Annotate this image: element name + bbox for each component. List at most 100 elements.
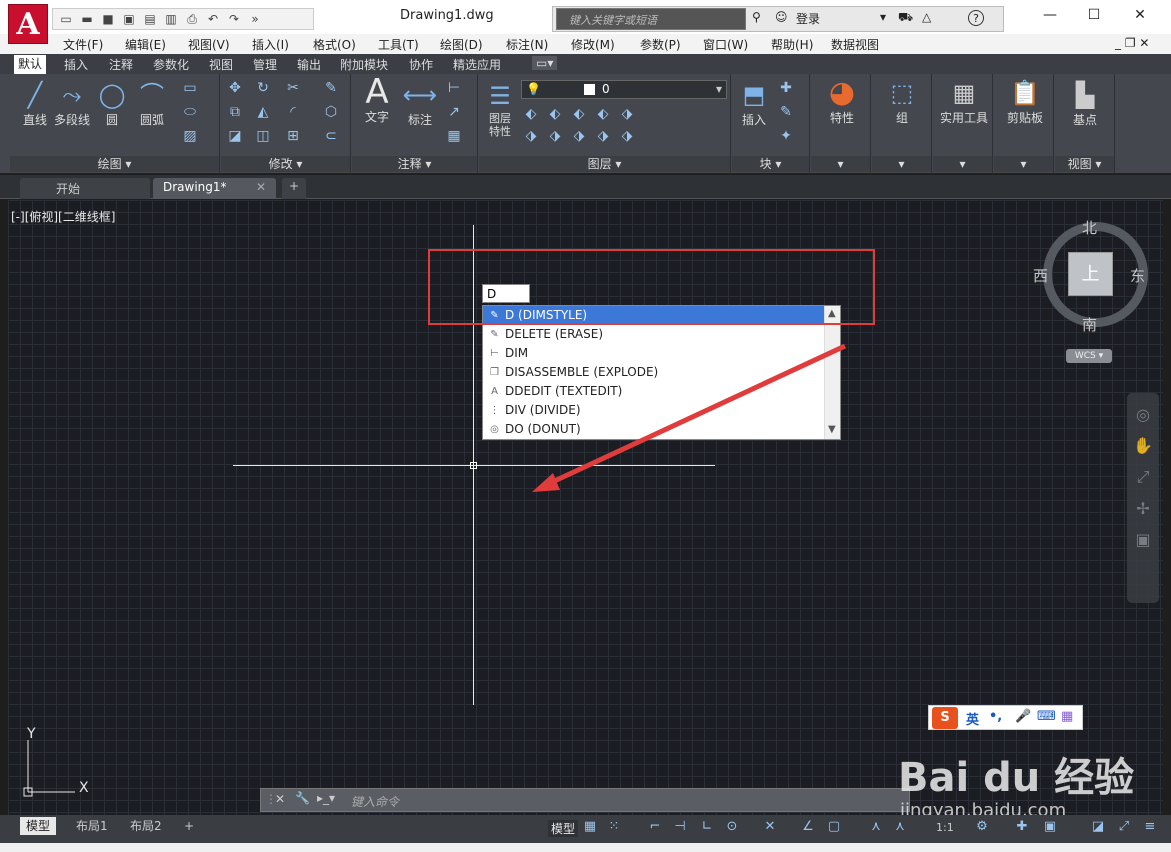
- menu-draw[interactable]: 绘图(D): [440, 36, 483, 53]
- binoculars-icon[interactable]: ⚲: [752, 10, 761, 24]
- isolate-objects-icon[interactable]: ◪: [1088, 819, 1108, 834]
- compass-north[interactable]: 北: [1082, 217, 1097, 238]
- command-prompt-icon[interactable]: ▸_▾: [317, 791, 335, 805]
- circle-tool[interactable]: ◯ 圆: [92, 79, 132, 128]
- create-block-icon[interactable]: ✚: [776, 80, 796, 96]
- offset-icon[interactable]: ⊂: [321, 128, 341, 144]
- attribute-icon[interactable]: ✦: [776, 128, 796, 144]
- menu-insert[interactable]: 插入(I): [252, 36, 289, 53]
- maximize-button[interactable]: ☐: [1074, 4, 1114, 26]
- pan-icon[interactable]: ✋: [1127, 436, 1159, 455]
- layer-tool-icon[interactable]: ⬗: [617, 106, 637, 122]
- autoscale-icon[interactable]: ⋏: [890, 819, 910, 834]
- group-tool[interactable]: ⬚ 组: [882, 77, 922, 126]
- linear-dim-icon[interactable]: ⊢: [444, 80, 464, 96]
- menu-tools[interactable]: 工具(T): [378, 36, 419, 53]
- save-icon[interactable]: ■: [99, 11, 117, 27]
- annotation-monitor-icon[interactable]: ✚: [1012, 819, 1032, 834]
- scroll-down-icon[interactable]: ▼: [828, 424, 836, 435]
- compass-south[interactable]: 南: [1082, 314, 1097, 335]
- autocomplete-item[interactable]: ⋮ DIV (DIVIDE): [483, 401, 825, 420]
- copy-icon[interactable]: ⧉: [225, 104, 245, 120]
- add-layout-button[interactable]: +: [178, 817, 200, 835]
- apps-icon[interactable]: ▦: [1061, 709, 1073, 724]
- layout-tab-model[interactable]: 模型: [20, 817, 57, 835]
- line-tool[interactable]: ╱ 直线: [15, 79, 55, 128]
- layout-tab-layout1[interactable]: 布局1: [70, 817, 114, 835]
- utilities-tool[interactable]: ▦ 实用工具: [935, 77, 993, 126]
- search-input[interactable]: 键入关键字或短语: [556, 8, 746, 30]
- layer-tool-icon[interactable]: ⬗: [545, 128, 565, 144]
- tab-collaborate[interactable]: 协作: [409, 56, 433, 73]
- undo-icon[interactable]: ↶: [204, 11, 222, 27]
- menu-modify[interactable]: 修改(M): [571, 36, 615, 53]
- polyline-tool[interactable]: ⤳ 多段线: [52, 79, 92, 128]
- menu-view[interactable]: 视图(V): [188, 36, 230, 53]
- menu-edit[interactable]: 编辑(E): [125, 36, 166, 53]
- otrack-icon[interactable]: ✕: [760, 819, 780, 834]
- cloud-open-icon[interactable]: ▤: [141, 11, 159, 27]
- utilities-expand[interactable]: ▾: [933, 156, 992, 172]
- insert-tool[interactable]: ⬒ 插入: [734, 79, 774, 128]
- hatch-icon[interactable]: ⬭: [180, 104, 200, 120]
- snap-icon[interactable]: ⁙: [604, 819, 624, 834]
- microphone-icon[interactable]: 🎤: [1015, 709, 1031, 724]
- ortho-icon[interactable]: ⌐: [645, 819, 665, 834]
- more-icon[interactable]: »: [246, 11, 264, 27]
- sogou-icon[interactable]: S: [932, 707, 958, 729]
- command-input[interactable]: 键入命令: [351, 793, 399, 810]
- lineweight-icon[interactable]: ∠: [798, 819, 818, 834]
- layer-tool-icon[interactable]: ⬗: [569, 128, 589, 144]
- autocomplete-item[interactable]: ✎ DELETE (ERASE): [483, 325, 825, 344]
- fillet-icon[interactable]: ◜: [283, 104, 303, 120]
- text-tool[interactable]: A 文字: [358, 75, 396, 125]
- doc-window-controls[interactable]: _ ❐ ✕: [1115, 36, 1149, 50]
- autocomplete-item[interactable]: ◎ DO (DONUT): [483, 420, 825, 439]
- print-icon[interactable]: ⎙: [183, 11, 201, 27]
- tab-featured-apps[interactable]: 精选应用: [453, 56, 501, 73]
- layer-properties-tool[interactable]: ☰ 图层 特性: [481, 80, 519, 138]
- redo-icon[interactable]: ↷: [225, 11, 243, 27]
- layer-tool-icon[interactable]: ⬖: [545, 106, 565, 122]
- tab-addins[interactable]: 附加模块: [340, 56, 388, 73]
- help-button[interactable]: ?: [968, 10, 984, 26]
- model-space-button[interactable]: 模型: [548, 820, 579, 837]
- arc-tool[interactable]: ⌒ 圆弧: [132, 79, 172, 128]
- rotate-icon[interactable]: ↻: [253, 80, 273, 96]
- clipboard-expand[interactable]: ▾: [994, 156, 1053, 172]
- new-icon[interactable]: ▭: [57, 11, 75, 27]
- layer-dropdown[interactable]: 💡 0 ▾: [521, 80, 727, 99]
- trim-icon[interactable]: ✂: [283, 80, 303, 96]
- autocad-logo[interactable]: A: [8, 4, 48, 44]
- login-button[interactable]: 登录: [796, 10, 820, 27]
- erase-icon[interactable]: ✎: [321, 80, 341, 96]
- tab-manage[interactable]: 管理: [253, 56, 277, 73]
- mirror-icon[interactable]: ◭: [253, 104, 273, 120]
- annotation-visibility-icon[interactable]: ⋏: [866, 819, 886, 834]
- annotation-scale[interactable]: 1:1: [936, 821, 954, 834]
- viewcube-top-face[interactable]: 上: [1068, 252, 1113, 296]
- chevron-down-icon[interactable]: ▾: [880, 10, 886, 24]
- cloud-save-icon[interactable]: ▥: [162, 11, 180, 27]
- tab-drawing1[interactable]: Drawing1* ✕: [153, 178, 276, 199]
- autocomplete-item[interactable]: ⊢ DIM: [483, 344, 825, 363]
- dynamic-input-icon[interactable]: ⊣: [670, 819, 690, 834]
- menu-format[interactable]: 格式(O): [313, 36, 356, 53]
- keyboard-icon[interactable]: ⌨: [1037, 709, 1056, 724]
- connect-icon[interactable]: △: [922, 10, 931, 24]
- save-as-icon[interactable]: ▣: [120, 11, 138, 27]
- rectangle-icon[interactable]: ▭: [180, 80, 200, 96]
- compass-west[interactable]: 西: [1033, 265, 1048, 286]
- menu-window[interactable]: 窗口(W): [703, 36, 748, 53]
- layer-panel-label[interactable]: 图层 ▾: [479, 156, 730, 172]
- draw-panel-label[interactable]: 绘图 ▾: [10, 156, 219, 172]
- menu-help[interactable]: 帮助(H): [771, 36, 813, 53]
- dimension-tool[interactable]: ⟷ 标注: [400, 79, 440, 128]
- autocomplete-scrollbar[interactable]: ▲ ▼: [824, 306, 840, 439]
- customize-menu-icon[interactable]: ≡: [1140, 819, 1160, 834]
- edit-block-icon[interactable]: ✎: [776, 104, 796, 120]
- groups-expand[interactable]: ▾: [872, 156, 931, 172]
- menu-data-view[interactable]: 数据视图: [831, 36, 879, 53]
- base-tool[interactable]: ▙ 基点: [1063, 79, 1107, 128]
- clipboard-tool[interactable]: 📋 剪贴板: [1000, 77, 1050, 126]
